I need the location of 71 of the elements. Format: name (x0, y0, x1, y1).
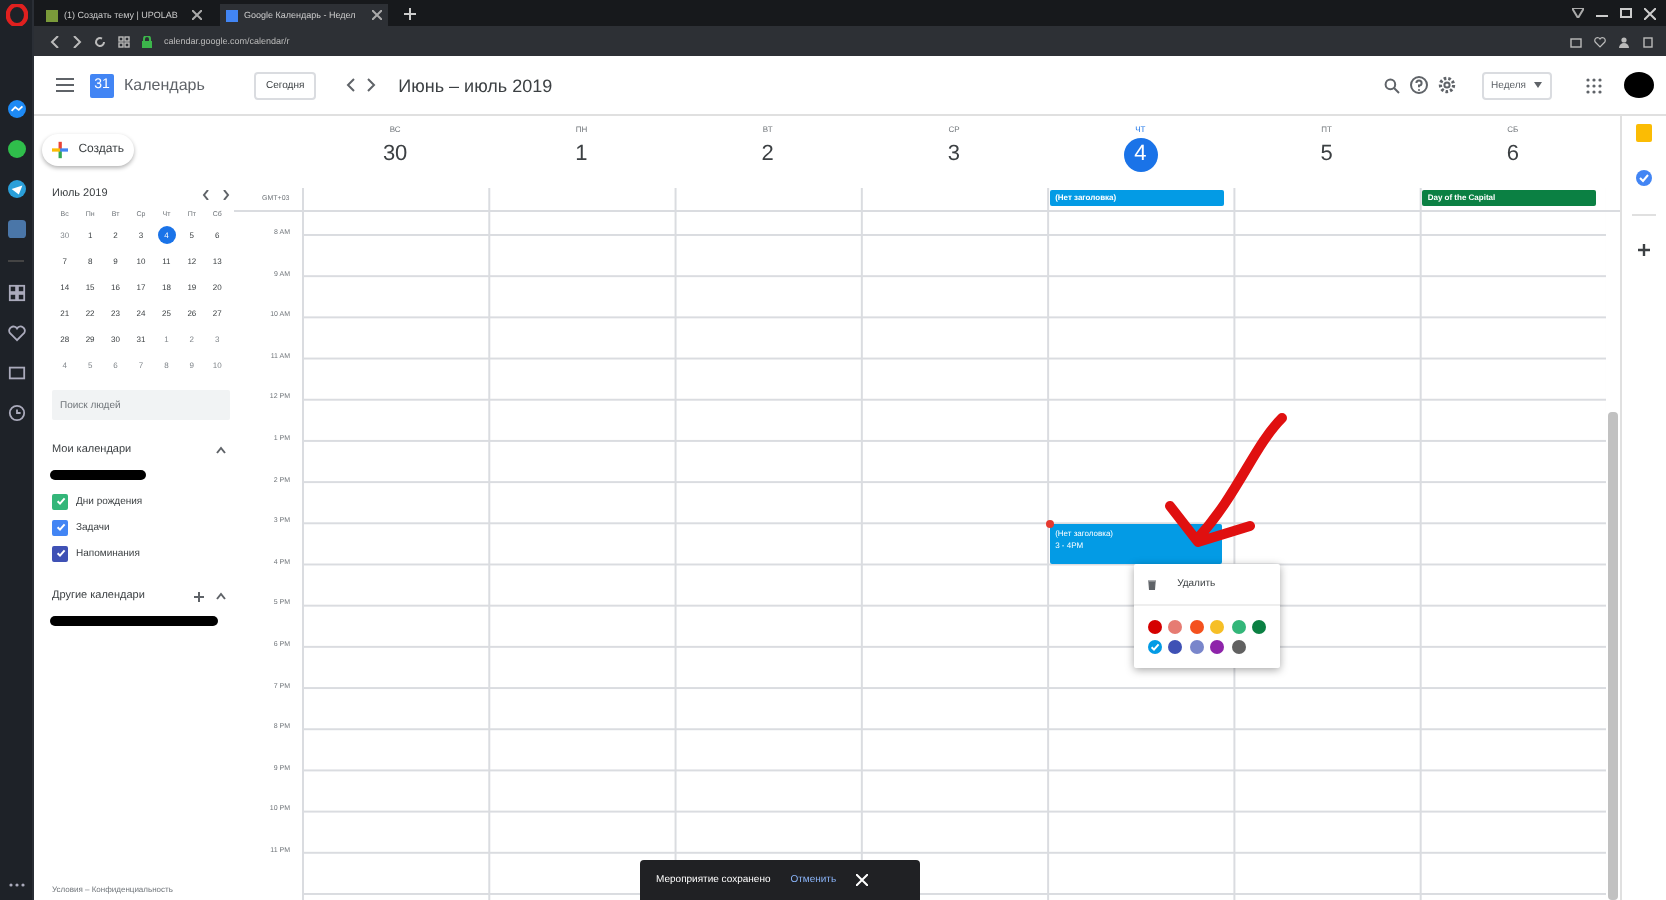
add-icon[interactable] (194, 591, 204, 601)
checkbox[interactable] (52, 493, 68, 509)
color-swatch[interactable] (1189, 620, 1204, 634)
resize-handle[interactable] (1045, 520, 1054, 528)
trash-icon (1147, 579, 1156, 589)
close-icon[interactable] (192, 10, 202, 20)
heart-icon[interactable] (1594, 35, 1606, 47)
social-icon[interactable] (7, 220, 25, 238)
day-number[interactable]: 30 (382, 138, 408, 172)
more-icon[interactable] (7, 882, 25, 888)
avatar[interactable] (1624, 72, 1654, 98)
color-swatch[interactable] (1168, 620, 1183, 634)
help-icon[interactable] (1409, 76, 1428, 94)
caret-icon[interactable] (216, 592, 226, 600)
messenger-icon[interactable] (7, 100, 25, 118)
close-icon[interactable] (372, 10, 382, 20)
chat-icon[interactable] (7, 140, 25, 158)
forward-icon[interactable] (72, 35, 82, 47)
back-icon[interactable] (50, 35, 60, 47)
color-swatch[interactable] (1168, 640, 1183, 654)
next-icon[interactable] (222, 189, 230, 199)
caret-icon (1534, 82, 1542, 88)
plus-icon (52, 140, 69, 160)
browser-logo-icon[interactable] (5, 4, 27, 26)
checkbox[interactable] (52, 519, 68, 535)
search-icon[interactable] (1383, 77, 1400, 93)
day-number[interactable]: 4 (1123, 138, 1158, 172)
battery-icon[interactable] (1642, 35, 1654, 47)
day-number[interactable]: 1 (575, 138, 588, 172)
date-range: Июнь – июль 2019 (398, 75, 553, 95)
scrollbar-thumb[interactable] (1608, 412, 1618, 900)
color-swatch[interactable] (1231, 620, 1246, 634)
new-tab-icon[interactable] (404, 7, 416, 19)
add-icon[interactable] (1638, 244, 1650, 256)
day-number[interactable]: 3 (947, 138, 961, 172)
clock-icon[interactable] (7, 404, 25, 422)
day-number[interactable]: 5 (1320, 138, 1333, 172)
color-swatch[interactable] (1147, 640, 1162, 654)
news-icon[interactable] (7, 364, 25, 382)
app-title: Календарь (124, 76, 207, 94)
check-circle-icon[interactable] (1636, 170, 1652, 186)
color-swatch[interactable] (1231, 640, 1246, 654)
apps-icon[interactable] (1586, 77, 1602, 93)
next-icon[interactable] (366, 78, 377, 92)
user-icon[interactable] (1618, 35, 1630, 47)
paper-plane-icon[interactable] (7, 180, 25, 198)
close-icon[interactable] (1644, 7, 1656, 19)
camera-icon[interactable] (1570, 35, 1582, 47)
previous-icon[interactable] (346, 78, 357, 92)
color-swatch[interactable] (1210, 640, 1225, 654)
grid-icon[interactable] (7, 284, 25, 302)
menu-icon[interactable] (1572, 8, 1584, 18)
reload-icon[interactable] (94, 35, 106, 47)
redaction-mark (50, 470, 146, 480)
lock-icon (142, 35, 152, 47)
heart-icon[interactable] (7, 324, 25, 342)
maximize-icon[interactable] (1620, 8, 1632, 18)
menu-icon[interactable] (56, 78, 74, 92)
color-swatch[interactable] (1210, 620, 1225, 634)
settings-icon[interactable] (1437, 76, 1456, 94)
grid-icon[interactable] (118, 35, 130, 47)
checkbox[interactable] (52, 545, 68, 561)
caret-icon[interactable] (216, 446, 226, 454)
day-number[interactable]: 2 (761, 138, 774, 172)
color-swatch[interactable] (1189, 640, 1204, 654)
color-swatch[interactable] (1252, 620, 1267, 634)
day-number[interactable]: 6 (1506, 138, 1519, 172)
favicon-icon (226, 9, 238, 21)
previous-icon[interactable] (202, 189, 210, 199)
color-swatch[interactable] (1147, 620, 1162, 634)
favicon-icon (46, 9, 58, 21)
